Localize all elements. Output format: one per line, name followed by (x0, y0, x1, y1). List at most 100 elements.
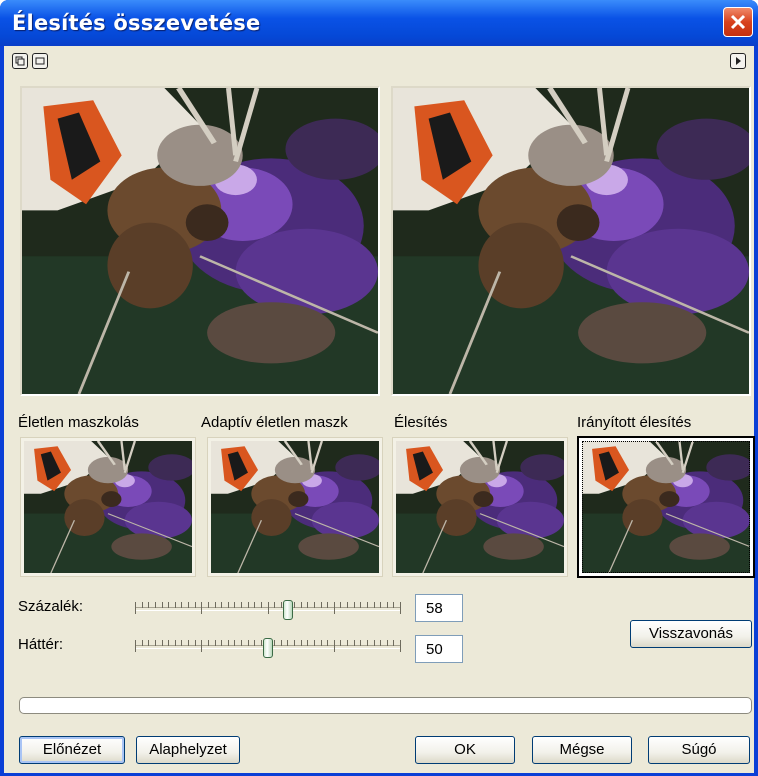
slider-tick (340, 602, 341, 608)
slider-tick (400, 640, 401, 652)
slider-tick (261, 640, 262, 646)
undo-button[interactable]: Visszavonás (630, 620, 752, 648)
slider-tick (215, 640, 216, 646)
slider-tick (400, 602, 401, 614)
slider-tick (354, 640, 355, 646)
slider-tick (307, 640, 308, 646)
slider-tick (248, 640, 249, 646)
slider-tick (393, 640, 394, 646)
slider-tick (347, 640, 348, 646)
slider-tick (268, 602, 269, 614)
slider-tick (347, 602, 348, 608)
slider-tick (155, 602, 156, 608)
view-single-icon[interactable] (32, 53, 48, 69)
percent-slider[interactable] (135, 600, 401, 620)
progress-bar (19, 697, 752, 714)
method-thumb-sharpen[interactable] (393, 438, 567, 576)
slider-tick (228, 640, 229, 646)
slider-tick (135, 602, 136, 614)
slider-tick (334, 602, 335, 614)
method-thumb-unsharp[interactable] (21, 438, 195, 576)
slider-tick (175, 602, 176, 608)
slider-tick (321, 602, 322, 608)
background-value-field[interactable]: 50 (415, 635, 463, 663)
slider-tick (241, 602, 242, 608)
slider-tick (155, 640, 156, 646)
slider-tick (148, 602, 149, 608)
slider-tick (374, 602, 375, 608)
slider-tick (387, 640, 388, 646)
slider-tick (234, 602, 235, 608)
slider-tick (135, 640, 136, 652)
slider-tick (228, 602, 229, 608)
slider-tick (294, 640, 295, 646)
default-button[interactable]: Alaphelyzet (136, 736, 240, 764)
slider-tick (188, 640, 189, 646)
background-label: Háttér: (18, 636, 64, 653)
slider-tick (354, 602, 355, 608)
slider-tick (162, 640, 163, 646)
slider-tick (168, 602, 169, 608)
slider-tick (321, 640, 322, 646)
slider-tick (181, 640, 182, 646)
slider-tick (327, 640, 328, 646)
method-label-sharpen: Élesítés (394, 414, 448, 431)
preview-button[interactable]: Előnézet (19, 736, 125, 764)
close-button[interactable] (723, 7, 753, 37)
slider-tick (274, 602, 275, 608)
slider-tick (327, 602, 328, 608)
window-title: Élesítés összevetése (12, 11, 261, 35)
slider-tick (274, 640, 275, 646)
slider-tick (307, 602, 308, 608)
title-bar[interactable]: Élesítés összevetése (0, 0, 758, 46)
slider-tick (314, 640, 315, 646)
slider-tick (254, 602, 255, 608)
slider-tick (142, 602, 143, 608)
slider-tick (148, 640, 149, 646)
slider-tick (181, 602, 182, 608)
slider-tick (380, 640, 381, 646)
slider-tick (195, 640, 196, 646)
percent-label: Százalék: (18, 598, 84, 615)
method-label-adaptive: Adaptív életlen maszk (201, 414, 348, 431)
cancel-button[interactable]: Mégse (532, 736, 632, 764)
slider-tick (162, 602, 163, 608)
method-thumb-adaptive[interactable] (208, 438, 382, 576)
slider-tick (367, 602, 368, 608)
slider-tick (215, 602, 216, 608)
result-preview-image (391, 86, 751, 396)
percent-slider-thumb[interactable] (283, 600, 293, 620)
view-split-icon[interactable] (12, 53, 28, 69)
play-icon[interactable] (730, 53, 746, 69)
help-button[interactable]: Súgó (648, 736, 750, 764)
slider-tick (294, 602, 295, 608)
slider-tick (221, 602, 222, 608)
method-thumb-directed[interactable] (579, 438, 753, 576)
slider-tick (142, 640, 143, 646)
slider-tick (208, 640, 209, 646)
slider-tick (168, 640, 169, 646)
slider-tick (360, 640, 361, 646)
slider-tick (314, 602, 315, 608)
dialog-client-area: Életlen maszkolás Adaptív életlen maszk … (4, 46, 754, 773)
slider-tick (208, 602, 209, 608)
slider-tick (201, 602, 202, 614)
close-icon (730, 14, 746, 30)
slider-tick (301, 602, 302, 608)
slider-tick (201, 640, 202, 652)
method-label-unsharp: Életlen maszkolás (18, 414, 139, 431)
slider-tick (367, 640, 368, 646)
dialog-window: Élesítés összevetése Életlen maszkolás A… (0, 0, 758, 776)
slider-tick (334, 640, 335, 652)
method-label-directed: Irányított élesítés (577, 414, 692, 431)
ok-button[interactable]: OK (415, 736, 515, 764)
percent-value-field[interactable]: 58 (415, 594, 463, 622)
slider-tick (221, 640, 222, 646)
background-slider-thumb[interactable] (263, 638, 273, 658)
background-slider[interactable] (135, 638, 401, 658)
slider-tick (195, 602, 196, 608)
slider-tick (248, 602, 249, 608)
original-preview-image (20, 86, 380, 396)
slider-tick (188, 602, 189, 608)
slider-tick (360, 602, 361, 608)
